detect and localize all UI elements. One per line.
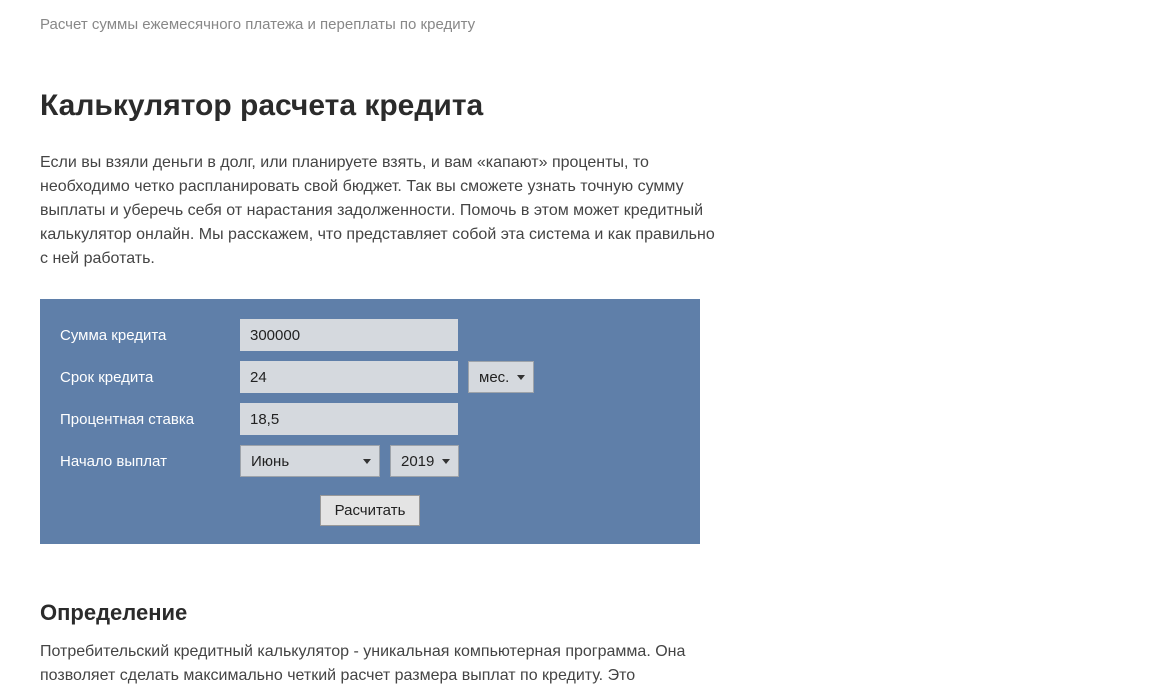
row-amount: Сумма кредита <box>60 319 680 351</box>
chevron-down-icon <box>442 459 450 464</box>
page-title: Калькулятор расчета кредита <box>40 89 1118 123</box>
start-year-select[interactable]: 2019 <box>390 445 459 477</box>
term-unit-value: мес. <box>479 369 509 386</box>
calculator-panel: Сумма кредита Срок кредита мес. Процентн… <box>40 299 700 544</box>
term-unit-select[interactable]: мес. <box>468 361 534 393</box>
intro-paragraph: Если вы взяли деньги в долг, или планиру… <box>40 151 720 271</box>
chevron-down-icon <box>517 375 525 380</box>
section-heading-definition: Определение <box>40 600 1118 626</box>
section-text-definition: Потребительский кредитный калькулятор - … <box>40 640 720 688</box>
term-input[interactable] <box>240 361 458 393</box>
row-term: Срок кредита мес. <box>60 361 680 393</box>
label-term: Срок кредита <box>60 369 240 386</box>
amount-input[interactable] <box>240 319 458 351</box>
start-month-value: Июнь <box>251 453 289 470</box>
row-start: Начало выплат Июнь 2019 <box>60 445 680 477</box>
rate-input[interactable] <box>240 403 458 435</box>
label-amount: Сумма кредита <box>60 327 240 344</box>
row-rate: Процентная ставка <box>60 403 680 435</box>
calculate-button[interactable]: Расчитать <box>320 495 421 526</box>
page-subtitle: Расчет суммы ежемесячного платежа и пере… <box>40 16 1118 33</box>
chevron-down-icon <box>363 459 371 464</box>
label-rate: Процентная ставка <box>60 411 240 428</box>
start-month-select[interactable]: Июнь <box>240 445 380 477</box>
start-year-value: 2019 <box>401 453 434 470</box>
label-start: Начало выплат <box>60 453 240 470</box>
